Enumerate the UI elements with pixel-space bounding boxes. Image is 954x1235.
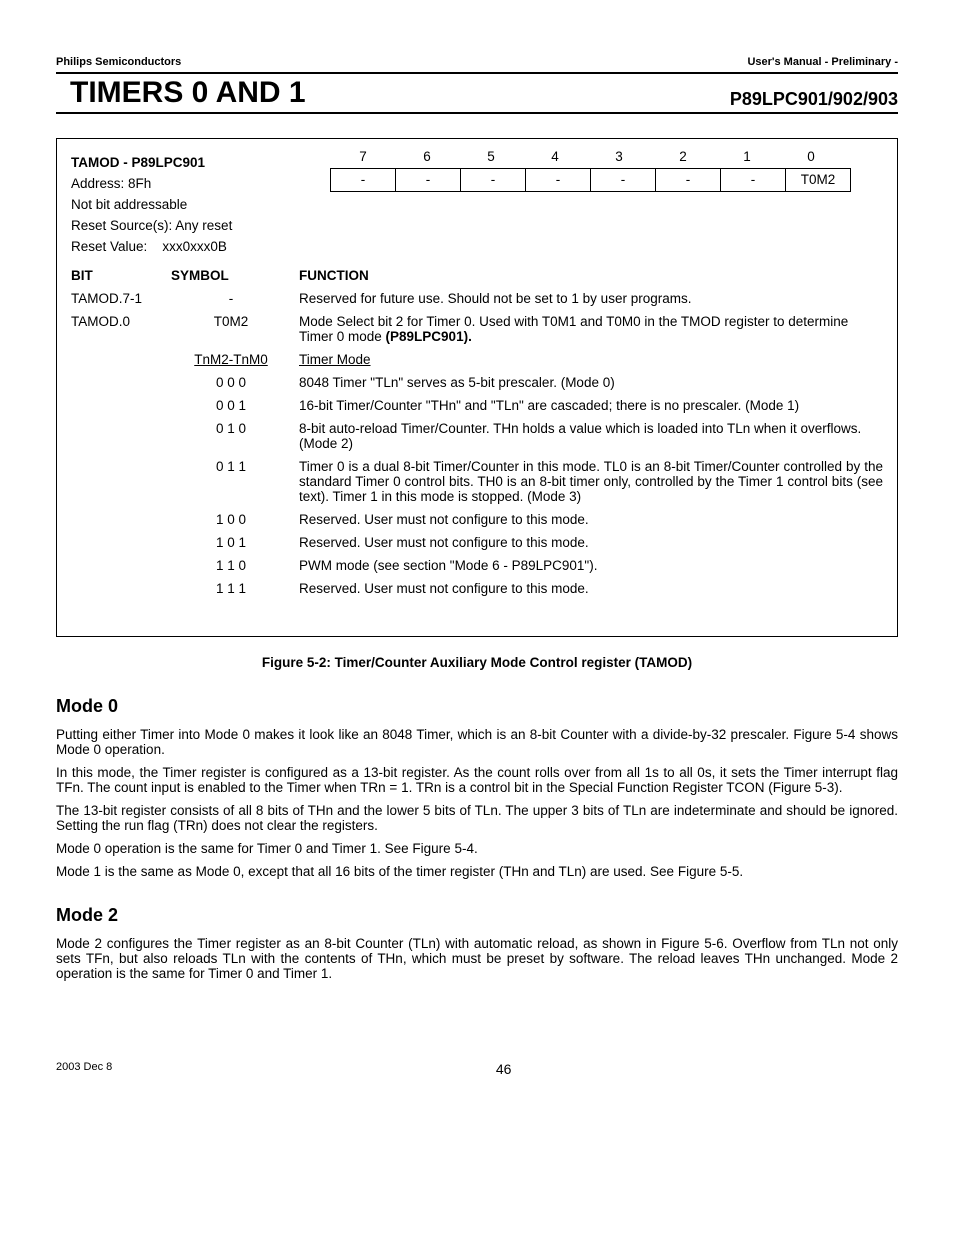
mode-row: 0 1 08-bit auto-reload Timer/Counter. TH… [71, 421, 883, 451]
bit-row: TAMOD.7-1 - Reserved for future use. Sho… [71, 291, 883, 306]
body-text: Mode 0 operation is the same for Timer 0… [56, 841, 898, 856]
bit-row: TAMOD.0 T0M2 Mode Select bit 2 for Timer… [71, 314, 883, 344]
page: Philips Semiconductors User's Manual - P… [0, 0, 954, 1107]
body-text: Mode 1 is the same as Mode 0, except tha… [56, 864, 898, 879]
bit-cell: - [720, 168, 786, 192]
mode-row: 1 0 1Reserved. User must not configure t… [71, 535, 883, 550]
section-heading-mode2: Mode 2 [56, 905, 898, 926]
bit-cell: - [590, 168, 656, 192]
mode-row: 0 1 1Timer 0 is a dual 8-bit Timer/Count… [71, 459, 883, 504]
bit-cell: - [460, 168, 526, 192]
mode-row: 1 0 0Reserved. User must not configure t… [71, 512, 883, 527]
register-addressable: Not bit addressable [71, 197, 291, 212]
footer: 2003 Dec 8 46 . [56, 1061, 898, 1077]
register-name: TAMOD - P89LPC901 [71, 155, 291, 170]
register-address: Address: 8Fh [71, 176, 291, 191]
title-bar: TIMERS 0 AND 1 P89LPC901/902/903 [56, 72, 898, 114]
bit-cell: T0M2 [785, 168, 851, 192]
body-text: In this mode, the Timer register is conf… [56, 765, 898, 795]
body-text: The 13-bit register consists of all 8 bi… [56, 803, 898, 833]
bit-cell-row: - - - - - - - T0M2 [311, 168, 883, 192]
bit-number-row: 7 6 5 4 3 2 1 0 [311, 149, 883, 164]
part-number: P89LPC901/902/903 [730, 89, 898, 110]
header-left: Philips Semiconductors [56, 56, 181, 68]
mode-row: 1 1 0PWM mode (see section "Mode 6 - P89… [71, 558, 883, 573]
running-header: Philips Semiconductors User's Manual - P… [56, 56, 898, 68]
register-box: TAMOD - P89LPC901 Address: 8Fh Not bit a… [56, 138, 898, 637]
header-right: User's Manual - Preliminary - [747, 56, 898, 68]
mode-header: TnM2-TnM0 Timer Mode [71, 352, 883, 367]
body-text: Mode 2 configures the Timer register as … [56, 936, 898, 981]
bit-cell: - [395, 168, 461, 192]
bit-cell: - [655, 168, 721, 192]
register-reset-value: Reset Value: xxx0xxx0B [71, 239, 291, 254]
body-text: Putting either Timer into Mode 0 makes i… [56, 727, 898, 757]
register-reset-source: Reset Source(s): Any reset [71, 218, 291, 233]
page-title: TIMERS 0 AND 1 [56, 76, 306, 110]
footer-date: 2003 Dec 8 [56, 1061, 112, 1077]
figure-caption: Figure 5-2: Timer/Counter Auxiliary Mode… [56, 655, 898, 670]
mode-row: 0 0 08048 Timer "TLn" serves as 5-bit pr… [71, 375, 883, 390]
column-headers: BIT SYMBOL FUNCTION [71, 268, 883, 283]
section-heading-mode0: Mode 0 [56, 696, 898, 717]
page-number: 46 [496, 1061, 512, 1077]
bit-cell: - [525, 168, 591, 192]
bit-cell: - [330, 168, 396, 192]
mode-row: 0 0 116-bit Timer/Counter "THn" and "TLn… [71, 398, 883, 413]
mode-row: 1 1 1Reserved. User must not configure t… [71, 581, 883, 596]
